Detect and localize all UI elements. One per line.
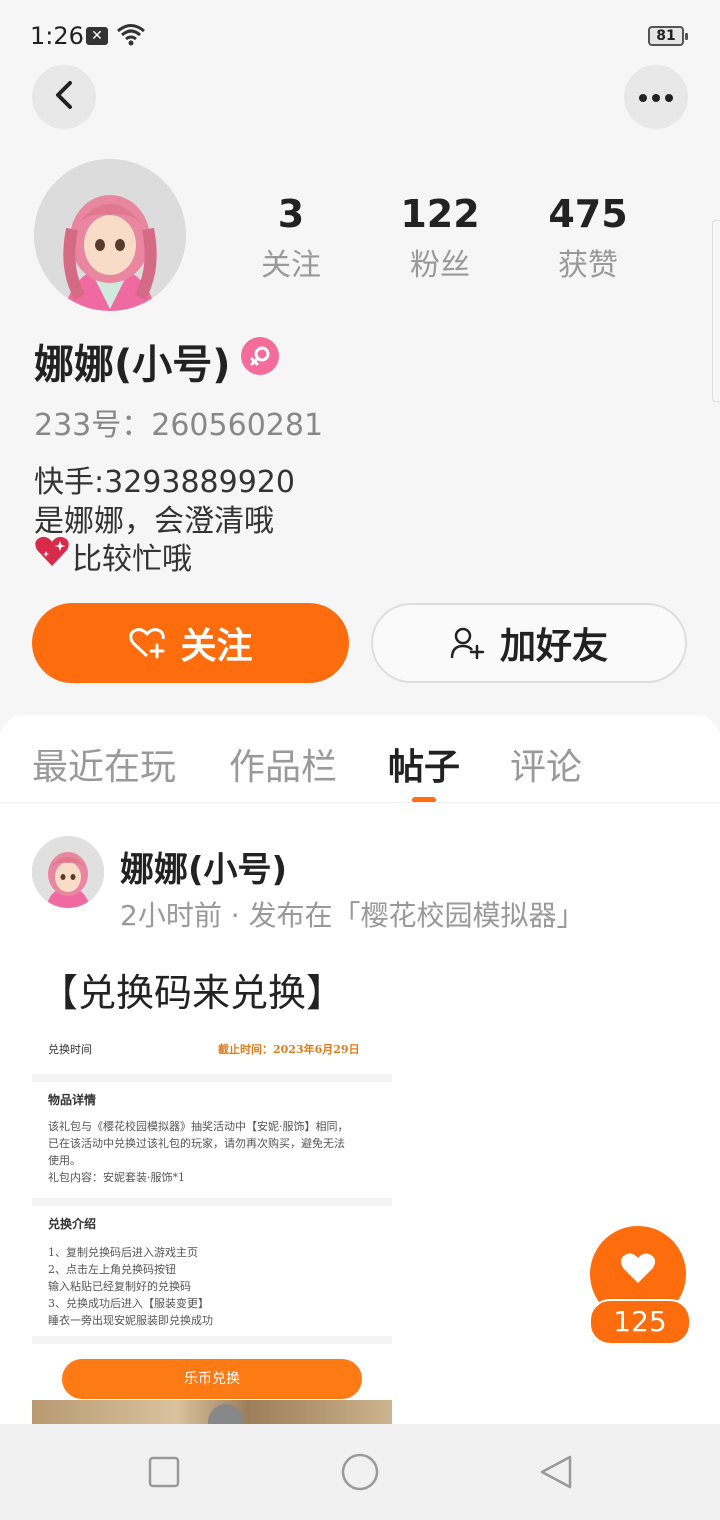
add-user-icon <box>450 626 484 660</box>
heart-plus-icon <box>128 626 166 660</box>
post-meta: 2小时前 · 发布在「樱花校园模拟器」 <box>120 899 585 932</box>
stat-label: 粉丝 <box>410 248 470 283</box>
image-button-row: 乐币兑换 <box>32 1344 392 1400</box>
follow-label: 关注 <box>180 626 253 667</box>
image-deadline: 截止时间：2023年6月29日 <box>218 1043 360 1056</box>
chevron-left-icon <box>52 80 76 114</box>
image-intro-line: 2、点击左上角兑换码按钮 <box>48 1263 176 1276</box>
bio-line: 快手:3293889920 <box>34 465 295 500</box>
home-button[interactable] <box>341 1453 379 1495</box>
image-details-line: 该礼包与《樱花校园模拟器》抽奖活动中【安妮·服饰】相同， <box>48 1120 349 1133</box>
status-bar: 1:26 ✕ 81 <box>0 0 720 70</box>
battery-indicator: 81 <box>648 26 688 46</box>
image-redeem-button: 乐币兑换 <box>62 1359 362 1399</box>
image-character-head <box>208 1404 244 1425</box>
image-intro-line: 3、兑换成功后进入【服装变更】 <box>48 1297 209 1310</box>
image-header-row: 兑换时间 截止时间：2023年6月29日 <box>32 1038 392 1074</box>
recents-button[interactable] <box>148 1456 180 1492</box>
bio-line: 比较忙哦 <box>72 542 192 577</box>
image-details-section: 物品详情 该礼包与《樱花校园模拟器》抽奖活动中【安妮·服饰】相同， 已在该活动中… <box>32 1082 392 1198</box>
image-intro-line: 输入粘贴已经复制好的兑换码 <box>48 1280 191 1293</box>
post-author-avatar[interactable] <box>32 836 104 908</box>
stat-following[interactable]: 3 关注 <box>216 192 366 284</box>
add-friend-button[interactable]: 加好友 <box>371 603 687 683</box>
back-nav-button[interactable] <box>539 1454 573 1494</box>
profile-name: 娜娜(小号) <box>34 342 231 388</box>
image-details-line: 使用。 <box>48 1154 81 1167</box>
add-friend-label: 加好友 <box>499 626 608 667</box>
wifi-icon <box>116 22 146 52</box>
post-author-name[interactable]: 娜娜(小号) <box>120 842 287 891</box>
system-navigation-bar <box>0 1424 720 1520</box>
image-intro-line: 睡衣一旁出现安妮服装即兑换成功 <box>48 1314 213 1327</box>
stat-value: 122 <box>400 192 480 236</box>
like-count: 125 <box>589 1299 691 1345</box>
image-details-line: 礼包内容：安妮套装·服饰*1 <box>48 1171 185 1184</box>
tab-comments[interactable]: 评论 <box>510 738 582 790</box>
image-intro-section: 兑换介绍 1、复制兑换码后进入游戏主页 2、点击左上角兑换码按钮 输入粘贴已经复… <box>32 1206 392 1336</box>
stat-value: 475 <box>548 192 628 236</box>
image-time-label: 兑换时间 <box>48 1043 92 1056</box>
tab-posts[interactable]: 帖子 <box>388 738 460 790</box>
tab-recent-played[interactable]: 最近在玩 <box>32 738 176 790</box>
edge-scroll-handle[interactable] <box>712 220 720 402</box>
follow-button[interactable]: 关注 <box>32 603 349 683</box>
post-title: 【兑换码来兑换】 <box>40 971 345 1015</box>
stat-likes[interactable]: 475 获赞 <box>513 192 663 284</box>
more-dots-icon <box>638 88 674 107</box>
image-details-heading: 物品详情 <box>48 1093 97 1107</box>
divider <box>0 802 720 803</box>
user-id: 233号：260560281 <box>34 408 324 443</box>
stat-label: 获赞 <box>558 248 618 283</box>
image-details-line: 已在该活动中兑换过该礼包的玩家，请勿再次购买，避免无法 <box>48 1137 345 1150</box>
avatar[interactable] <box>34 159 186 311</box>
image-game-scene-strip <box>32 1400 392 1425</box>
more-options-button[interactable] <box>624 65 688 129</box>
heart-icon <box>619 1251 657 1285</box>
no-sim-icon: ✕ <box>86 27 108 45</box>
stat-label: 关注 <box>261 248 321 283</box>
back-button[interactable] <box>32 65 96 129</box>
status-time: 1:26 <box>30 22 84 50</box>
image-intro-heading: 兑换介绍 <box>48 1217 97 1231</box>
female-icon <box>241 337 279 375</box>
stat-value: 3 <box>277 192 305 236</box>
tab-works[interactable]: 作品栏 <box>229 738 337 790</box>
sparkling-heart-icon <box>34 534 70 572</box>
stat-followers[interactable]: 122 粉丝 <box>365 192 515 284</box>
post-image[interactable]: 兑换时间 截止时间：2023年6月29日 物品详情 该礼包与《樱花校园模拟器》抽… <box>32 1038 392 1425</box>
image-intro-line: 1、复制兑换码后进入游戏主页 <box>48 1246 198 1259</box>
